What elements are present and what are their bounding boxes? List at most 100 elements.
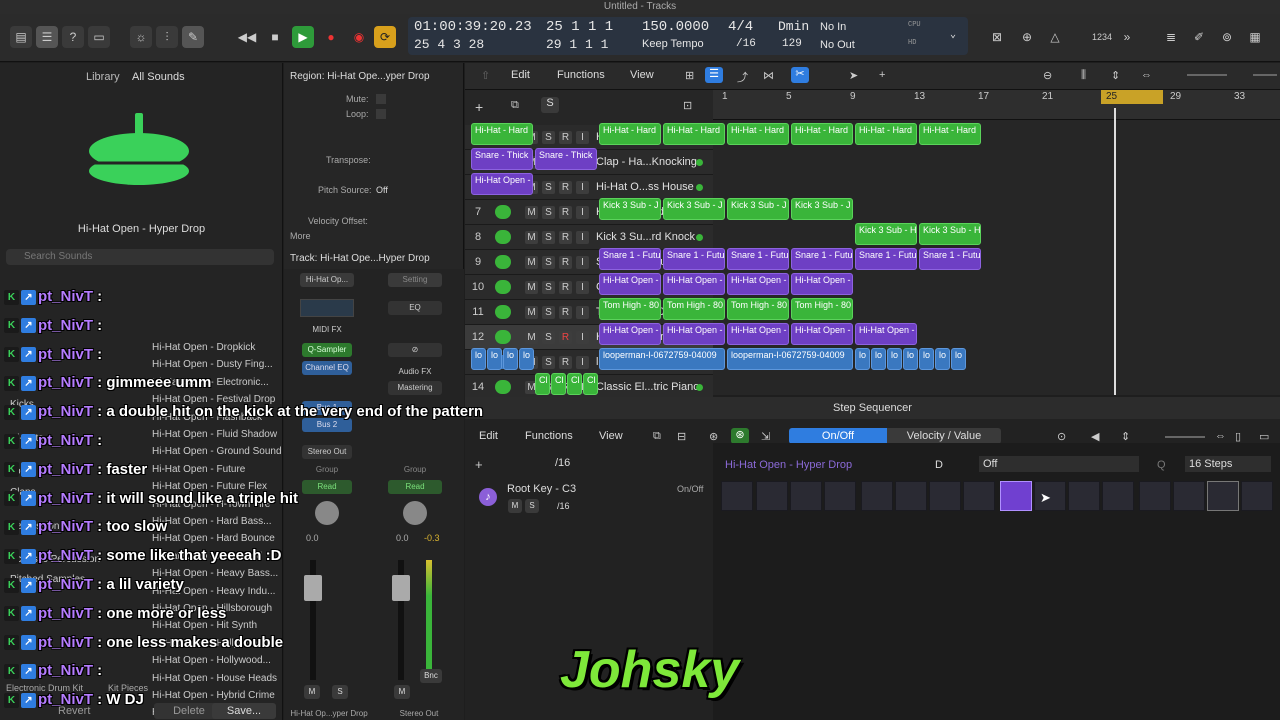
- step-pad[interactable]: [929, 481, 961, 511]
- play-icon[interactable]: ▶: [292, 26, 314, 48]
- strip1-setting[interactable]: Hi-Hat Op...: [300, 273, 354, 287]
- region[interactable]: Snare 1 - Futu: [855, 248, 917, 270]
- track-input-button[interactable]: I: [576, 181, 589, 194]
- editors-icon[interactable]: ✎: [182, 26, 204, 48]
- region[interactable]: Hi-Hat Open -: [471, 173, 533, 195]
- library-filter[interactable]: All Sounds: [132, 71, 185, 83]
- capture-icon[interactable]: ◉: [348, 26, 370, 48]
- eq-thumbnail[interactable]: [300, 299, 354, 317]
- step-pad[interactable]: [1102, 481, 1134, 511]
- library-icon[interactable]: ▤: [10, 26, 32, 48]
- mastering-slot[interactable]: Mastering: [388, 381, 442, 395]
- row-division[interactable]: /16: [557, 501, 570, 511]
- lcd-display[interactable]: 01:00:39:20.23 25 4 3 28 25 1 1 1 29 1 1…: [408, 17, 968, 55]
- region[interactable]: lo: [519, 348, 534, 370]
- library-search-input[interactable]: Search Sounds: [6, 249, 274, 265]
- zoom-slider-1[interactable]: [1187, 74, 1227, 76]
- ss-scale-select[interactable]: Off: [979, 456, 1139, 472]
- region[interactable]: Snare 1 - Futu: [663, 248, 725, 270]
- strip1-fader[interactable]: [304, 575, 322, 601]
- region[interactable]: Snare - Thick: [535, 148, 597, 170]
- track-instrument-icon[interactable]: [495, 330, 511, 344]
- step-pad[interactable]: [963, 481, 995, 511]
- track-input-button[interactable]: I: [576, 206, 589, 219]
- ss-copy-icon[interactable]: ⧉: [653, 430, 661, 443]
- add-track-icon[interactable]: +: [475, 99, 483, 115]
- region[interactable]: Tom High - 80: [727, 298, 789, 320]
- strip1-group[interactable]: Group: [302, 463, 352, 477]
- region[interactable]: Snare 1 - Futu: [727, 248, 789, 270]
- row-name[interactable]: Root Key - C3: [507, 483, 576, 495]
- region[interactable]: Hi-Hat - Hard: [471, 123, 533, 145]
- library-item[interactable]: Hi-Hat Open - Dusty Fing...: [152, 359, 273, 370]
- region[interactable]: lo: [919, 348, 934, 370]
- ss-width-icon[interactable]: ⇔: [1215, 430, 1226, 442]
- mixer-icon[interactable]: ⫶: [156, 26, 178, 48]
- loop-browser-icon[interactable]: ⊚: [1216, 26, 1238, 48]
- save-button[interactable]: Save...: [212, 703, 276, 719]
- strip2-group[interactable]: Group: [388, 463, 442, 477]
- region[interactable]: lo: [871, 348, 886, 370]
- track-mute-button[interactable]: M: [525, 331, 538, 344]
- region[interactable]: lo: [903, 348, 918, 370]
- ss-functions-menu[interactable]: Functions: [525, 430, 573, 442]
- global-solo-button[interactable]: S: [541, 97, 559, 113]
- step-pad[interactable]: [756, 481, 788, 511]
- track-record-button[interactable]: R: [559, 306, 572, 319]
- region[interactable]: Kick 3 Sub - J: [791, 198, 853, 220]
- region[interactable]: Cl: [567, 373, 582, 395]
- region-header[interactable]: Region: Hi-Hat Ope...yper Drop: [290, 71, 430, 82]
- library-item[interactable]: Hi-Hat Open - Ground Sound: [152, 446, 282, 457]
- strip2-automation[interactable]: Read: [388, 480, 442, 494]
- bounce-button[interactable]: Bnc: [420, 669, 442, 683]
- library-item[interactable]: Hi-Hat Open - House Heads: [152, 673, 277, 684]
- region[interactable]: Snare - Thick: [471, 148, 533, 170]
- library-item[interactable]: Hi-Hat Open - Fluid Shadow: [152, 429, 277, 440]
- output-slot[interactable]: Stereo Out: [302, 445, 352, 459]
- step-pad[interactable]: [861, 481, 893, 511]
- region[interactable]: Kick 3 Sub - J: [599, 198, 661, 220]
- ss-fit-icon[interactable]: ⇕: [1121, 430, 1130, 443]
- ss-division[interactable]: /16: [555, 457, 570, 469]
- region[interactable]: lo: [487, 348, 502, 370]
- track-record-button[interactable]: R: [559, 131, 572, 144]
- track-mute-button[interactable]: M: [525, 306, 538, 319]
- track-record-button[interactable]: R: [559, 206, 572, 219]
- strip2-volume[interactable]: 0.0: [396, 533, 409, 543]
- step-pad[interactable]: [895, 481, 927, 511]
- ss-key[interactable]: D: [935, 459, 943, 471]
- track-mute-button[interactable]: M: [525, 256, 538, 269]
- region[interactable]: Hi-Hat Open -: [791, 323, 853, 345]
- region[interactable]: Cl: [551, 373, 566, 395]
- functions-menu[interactable]: Functions: [557, 69, 605, 81]
- track-solo-button[interactable]: S: [542, 331, 555, 344]
- step-pad[interactable]: [1173, 481, 1205, 511]
- track-solo-button[interactable]: S: [542, 181, 555, 194]
- region[interactable]: lo: [855, 348, 870, 370]
- more-toggle[interactable]: More: [290, 231, 311, 241]
- track-input-button[interactable]: I: [576, 281, 589, 294]
- ss-quantize[interactable]: Q: [1157, 459, 1166, 471]
- strip2-mute[interactable]: M: [394, 685, 410, 699]
- strip1-solo[interactable]: S: [332, 685, 348, 699]
- ss-view-menu[interactable]: View: [599, 430, 623, 442]
- region[interactable]: Tom High - 80: [599, 298, 661, 320]
- track-solo-button[interactable]: S: [542, 256, 555, 269]
- library-item[interactable]: Hi-Hat Open - Future: [152, 464, 245, 475]
- pointer-tool-icon[interactable]: ➤: [849, 69, 858, 82]
- region[interactable]: looperman-l-0672759-04009: [599, 348, 725, 370]
- row-mute[interactable]: M: [508, 499, 522, 513]
- step-pad[interactable]: [1241, 481, 1273, 511]
- catch-icon[interactable]: ✂: [791, 67, 809, 83]
- ss-link-icon[interactable]: ⊛: [731, 428, 749, 444]
- flex-icon[interactable]: ⋈: [763, 69, 774, 82]
- ss-zoom-slider[interactable]: [1165, 436, 1205, 438]
- edit-menu[interactable]: Edit: [511, 69, 530, 81]
- strip1-automation[interactable]: Read: [302, 480, 352, 494]
- region[interactable]: Snare 1 - Futu: [599, 248, 661, 270]
- strip1-volume[interactable]: 0.0: [306, 533, 319, 543]
- lcd-chevron-icon[interactable]: ⌄: [950, 29, 956, 41]
- mute-checkbox[interactable]: [376, 94, 386, 104]
- ss-panel-icon[interactable]: ▯: [1235, 430, 1241, 443]
- ss-speaker-icon[interactable]: ◀: [1091, 430, 1099, 443]
